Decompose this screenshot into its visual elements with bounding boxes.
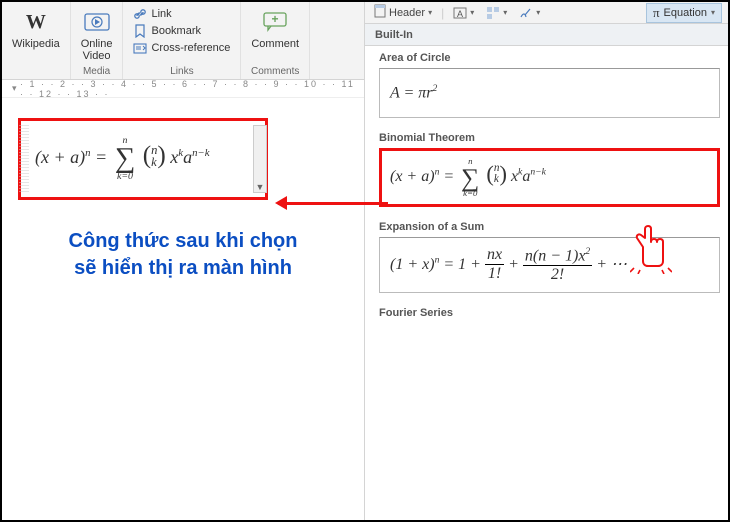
svg-text:+: + xyxy=(272,12,279,26)
svg-text:A: A xyxy=(457,9,463,19)
textbox-dropdown[interactable]: A ▾ xyxy=(450,5,477,21)
ruler-mark: · 1 · · 2 · · 3 · · 4 · · 5 · · 6 · · 7 … xyxy=(20,80,364,98)
media-group-label: Media xyxy=(83,66,110,77)
link-icon xyxy=(133,7,147,21)
comment-icon: + xyxy=(261,8,289,36)
inserted-equation[interactable]: (x + a)n = n∑k=0 (nk) xkan−k ▼ xyxy=(18,118,268,200)
signature-icon xyxy=(519,6,533,20)
links-group-label: Links xyxy=(170,66,193,77)
equation-gallery[interactable]: Area of Circle A = πr2 Binomial Theorem … xyxy=(364,46,728,520)
gallery-item-title: Fourier Series xyxy=(379,307,720,319)
gallery-item-area[interactable]: Area of Circle A = πr2 xyxy=(379,52,720,118)
parts-icon xyxy=(486,6,500,20)
media-group: Online Video Media xyxy=(71,2,124,79)
wikipedia-group-label xyxy=(34,66,37,77)
wikipedia-group: W Wikipedia xyxy=(2,2,71,79)
cross-reference-button[interactable]: Cross-reference xyxy=(129,40,234,56)
chevron-down-icon: ▾ xyxy=(536,8,540,17)
chevron-down-icon: ▾ xyxy=(503,8,507,17)
gallery-preview-binomial[interactable]: (x + a)n = n∑k=0 (nk) xkan−k xyxy=(379,148,720,207)
crossref-label: Cross-reference xyxy=(151,42,230,54)
comments-group: + Comment Comments xyxy=(241,2,310,79)
gallery-item-binomial[interactable]: Binomial Theorem (x + a)n = n∑k=0 (nk) x… xyxy=(379,132,720,207)
signature-dropdown[interactable]: ▾ xyxy=(516,5,543,21)
links-group: Link Bookmark Cross-reference Links xyxy=(123,2,241,79)
document-area: (x + a)n = n∑k=0 (nk) xkan−k ▼ Công thức… xyxy=(2,98,364,520)
crossref-icon xyxy=(133,41,147,55)
pi-icon: π xyxy=(653,5,660,21)
chevron-down-icon: ▾ xyxy=(428,8,432,17)
equation-label: Equation xyxy=(664,7,707,19)
header-page-icon xyxy=(374,4,386,21)
link-label: Link xyxy=(151,8,171,20)
header-footer-bar: Header ▾ | A ▾ ▾ ▾ π Equation ▾ xyxy=(364,2,728,24)
comments-group-label: Comments xyxy=(251,66,299,77)
caption-line-1: Công thức sau khi chọn xyxy=(18,228,348,255)
online-video-label: Online Video xyxy=(81,38,113,62)
wikipedia-label: Wikipedia xyxy=(12,38,60,50)
video-icon xyxy=(83,8,111,36)
header-dropdown[interactable]: Header ▾ xyxy=(371,3,435,22)
gallery-item-fourier[interactable]: Fourier Series xyxy=(379,307,720,319)
quickparts-dropdown[interactable]: ▾ xyxy=(483,5,510,21)
textbox-icon: A xyxy=(453,6,467,20)
pointing-hand-icon xyxy=(630,222,672,274)
bookmark-label: Bookmark xyxy=(151,25,201,37)
builtin-header: Built-In xyxy=(364,24,728,46)
header-label: Header xyxy=(389,7,425,19)
equation-options-dropdown[interactable]: ▼ xyxy=(253,125,267,193)
wikipedia-button[interactable]: W Wikipedia xyxy=(8,6,64,52)
ruler: ▾ · 1 · · 2 · · 3 · · 4 · · 5 · · 6 · · … xyxy=(2,80,364,98)
online-video-button[interactable]: Online Video xyxy=(77,6,117,64)
bookmark-button[interactable]: Bookmark xyxy=(129,23,234,39)
wikipedia-icon: W xyxy=(22,8,50,36)
chevron-down-icon: ▾ xyxy=(470,8,474,17)
chevron-down-icon: ▾ xyxy=(711,8,715,17)
equation-content: (x + a)n = n∑k=0 (nk) xkan−k xyxy=(35,136,210,182)
comment-label: Comment xyxy=(251,38,299,50)
gallery-item-title: Area of Circle xyxy=(379,52,720,64)
equation-button[interactable]: π Equation ▾ xyxy=(646,3,722,23)
annotation-arrow xyxy=(278,202,388,205)
gallery-preview-area[interactable]: A = πr2 xyxy=(379,68,720,118)
link-button[interactable]: Link xyxy=(129,6,234,22)
comment-button[interactable]: + Comment xyxy=(247,6,303,52)
gallery-item-title: Binomial Theorem xyxy=(379,132,720,144)
caption-line-2: sẽ hiển thị ra màn hình xyxy=(18,255,348,282)
annotation-caption: Công thức sau khi chọn sẽ hiển thị ra mà… xyxy=(18,228,348,282)
equation-move-handle[interactable] xyxy=(19,125,29,193)
bookmark-icon xyxy=(133,24,147,38)
